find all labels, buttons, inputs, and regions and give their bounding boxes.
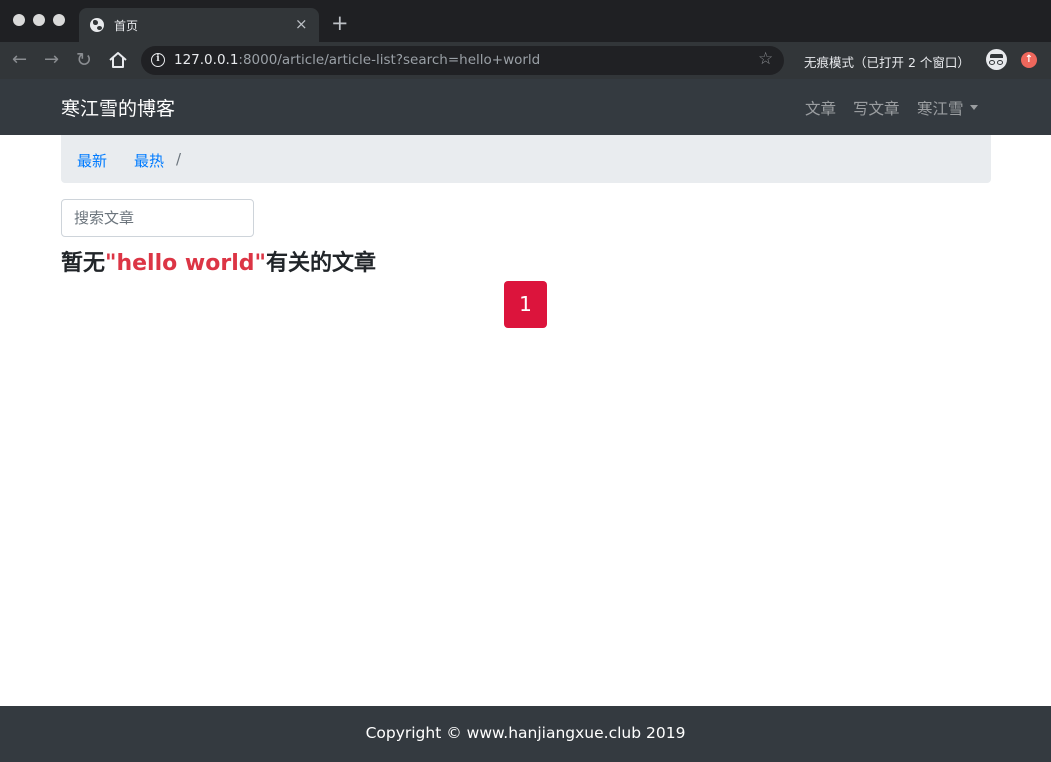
browser-tab-bar: 首页 × + (0, 0, 1051, 42)
star-icon[interactable]: ☆ (758, 49, 773, 69)
info-icon[interactable]: i (151, 53, 165, 67)
forward-icon[interactable]: → (44, 49, 59, 71)
site-footer: Copyright © www.hanjiangxue.club 2019 (0, 706, 1051, 762)
reload-icon[interactable]: ↻ (76, 49, 92, 71)
minimize-window-button[interactable] (33, 14, 45, 26)
site-navbar: 寒江雪的博客 文章 写文章 寒江雪 (0, 79, 1051, 135)
breadcrumb-latest[interactable]: 最新 (77, 150, 107, 171)
zoom-window-button[interactable] (53, 14, 65, 26)
new-tab-icon[interactable]: + (331, 11, 349, 35)
empty-result-message: 暂无"hello world"有关的文章 (61, 251, 376, 276)
browser-toolbar: ← → ↻ i 127.0.0.1:8000/article/article-l… (0, 42, 1051, 79)
update-icon[interactable]: ↑ (1021, 52, 1037, 68)
page-button-current[interactable]: 1 (504, 281, 547, 328)
search-input[interactable] (61, 199, 254, 237)
caret-down-icon (969, 105, 978, 110)
tab-title: 首页 (114, 19, 139, 33)
globe-icon (90, 18, 104, 32)
browser-tab[interactable]: 首页 × (79, 8, 319, 42)
back-icon[interactable]: ← (12, 49, 27, 71)
breadcrumb: 最新 / 最热 (61, 135, 991, 183)
incognito-icon[interactable] (986, 49, 1007, 70)
nav-link-articles[interactable]: 文章 (805, 97, 836, 119)
breadcrumb-hottest[interactable]: 最热 (134, 150, 164, 171)
nav-link-write-article[interactable]: 写文章 (853, 97, 900, 119)
user-name: 寒江雪 (917, 100, 964, 118)
home-icon[interactable] (108, 51, 128, 69)
close-window-button[interactable] (13, 14, 25, 26)
user-dropdown[interactable]: 寒江雪 (917, 97, 978, 119)
url-text[interactable]: 127.0.0.1:8000/article/article-list?sear… (174, 52, 540, 68)
site-brand[interactable]: 寒江雪的博客 (61, 94, 175, 121)
breadcrumb-separator: / (176, 150, 182, 168)
tab-close-icon[interactable]: × (295, 14, 308, 34)
copyright-text: Copyright © www.hanjiangxue.club 2019 (365, 724, 686, 742)
incognito-label: 无痕模式（已打开 2 个窗口） (804, 55, 970, 70)
search-query: "hello world" (105, 251, 266, 276)
address-bar[interactable]: i 127.0.0.1:8000/article/article-list?se… (141, 46, 784, 75)
